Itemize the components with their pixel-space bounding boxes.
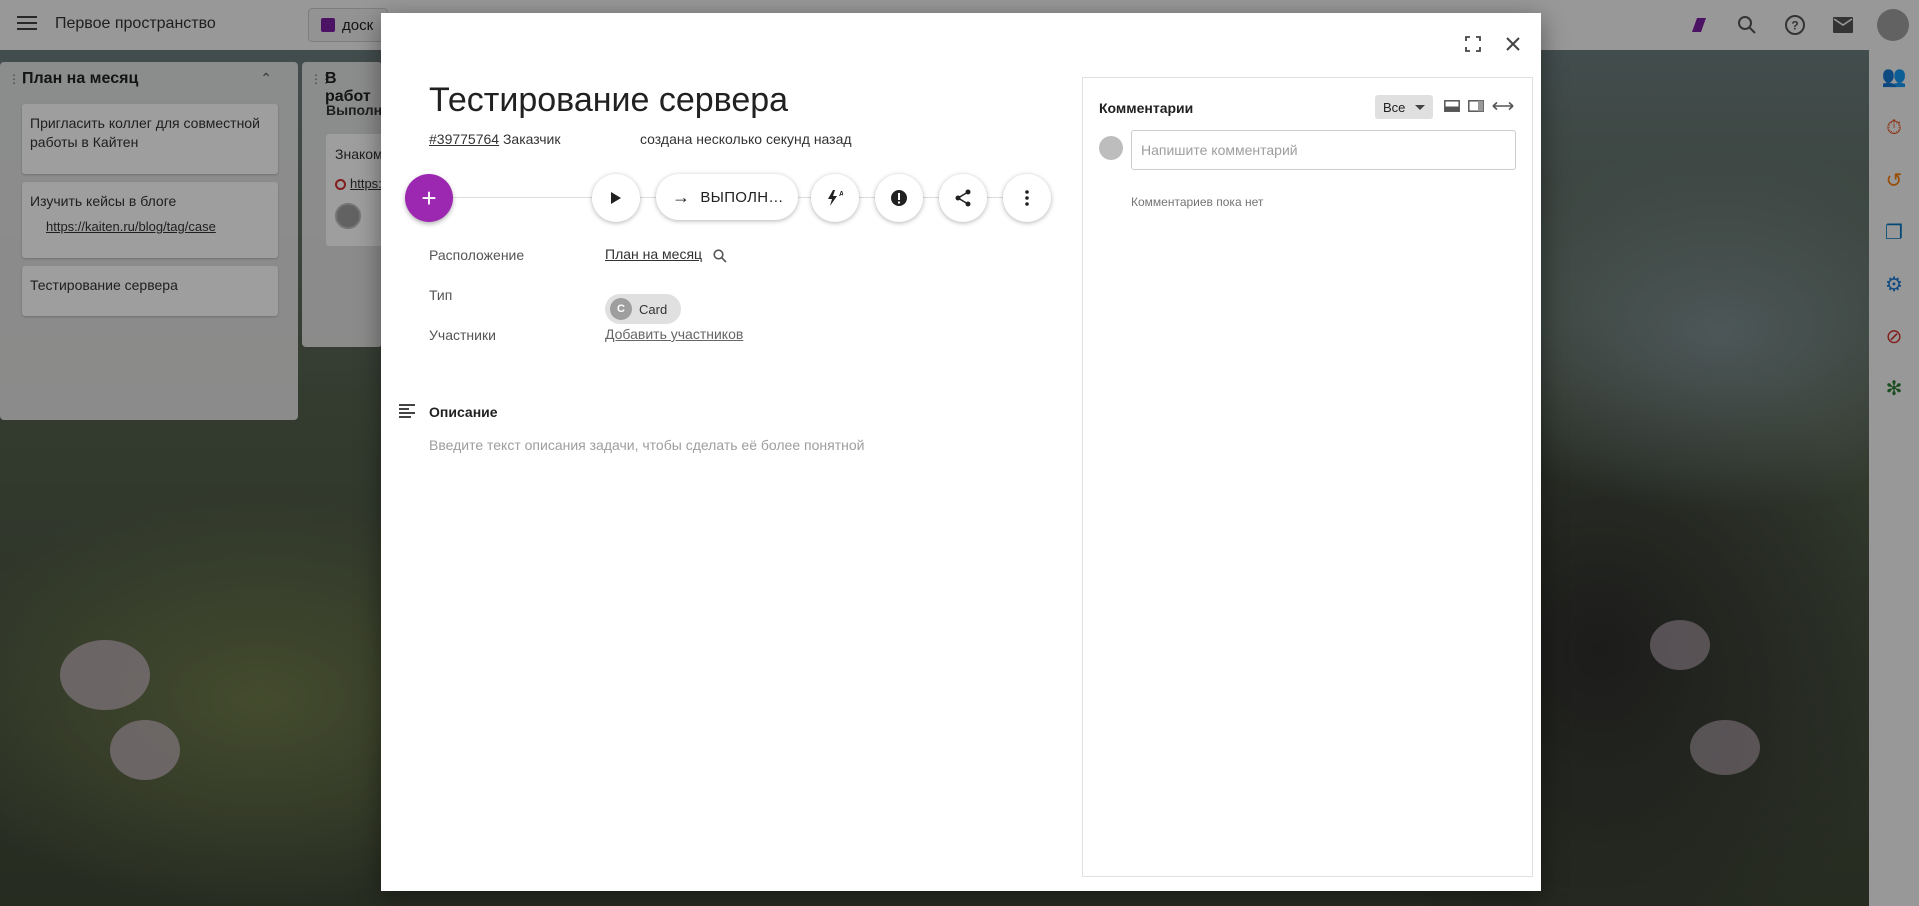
type-chip-initial: C (610, 298, 632, 320)
priority-icon (891, 190, 907, 206)
layout-side-icon[interactable] (1467, 98, 1485, 114)
priority-button[interactable] (875, 174, 923, 222)
type-chip-label: Card (639, 301, 668, 317)
close-icon[interactable] (1498, 29, 1528, 59)
search-icon[interactable] (713, 249, 727, 266)
svg-text:A: A (839, 191, 843, 198)
move-status-button[interactable]: → ВЫПОЛН… (656, 174, 798, 220)
card-id-link[interactable]: #39775764 (429, 131, 499, 147)
arrow-right-icon: → (672, 186, 691, 207)
comments-panel: Комментарии Все Комментариев пока нет (1082, 77, 1533, 877)
status-button-label: ВЫПОЛН… (700, 188, 784, 206)
comments-empty-text: Комментариев пока нет (1131, 195, 1264, 209)
share-button[interactable] (939, 174, 987, 222)
description-title: Описание (429, 404, 498, 420)
comments-filter-value: Все (1383, 99, 1406, 115)
card-modal: Тестирование сервера #39775764 Заказчик … (381, 13, 1541, 891)
share-icon (955, 189, 971, 207)
resize-icon[interactable] (1491, 98, 1515, 114)
location-label: Расположение (429, 247, 525, 263)
comments-filter-select[interactable]: Все (1375, 95, 1433, 119)
card-meta: #39775764 Заказчик (429, 131, 560, 147)
type-label: Тип (429, 287, 453, 303)
more-vert-icon (1025, 190, 1029, 206)
play-icon (611, 192, 621, 204)
avatar (1099, 136, 1123, 160)
description-placeholder[interactable]: Введите текст описания задачи, чтобы сде… (429, 437, 864, 453)
play-button[interactable] (592, 174, 640, 222)
comment-input[interactable] (1131, 130, 1516, 170)
location-link[interactable]: План на месяц (605, 246, 702, 262)
customer-label[interactable]: Заказчик (503, 131, 561, 147)
flash-button[interactable]: A (811, 174, 859, 222)
add-members-link[interactable]: Добавить участников (605, 326, 743, 342)
comments-title: Комментарии (1099, 100, 1194, 116)
type-chip[interactable]: C Card (605, 294, 681, 324)
card-title[interactable]: Тестирование сервера (429, 81, 788, 120)
created-time: создана несколько секунд назад (640, 131, 852, 147)
description-icon (399, 404, 415, 418)
layout-bottom-icon[interactable] (1443, 98, 1461, 114)
chevron-down-icon (1415, 105, 1425, 110)
more-button[interactable] (1003, 174, 1051, 222)
add-button[interactable]: + (405, 174, 453, 222)
expand-icon[interactable] (1458, 29, 1488, 59)
members-label: Участники (429, 327, 496, 343)
flash-icon: A (828, 190, 843, 206)
